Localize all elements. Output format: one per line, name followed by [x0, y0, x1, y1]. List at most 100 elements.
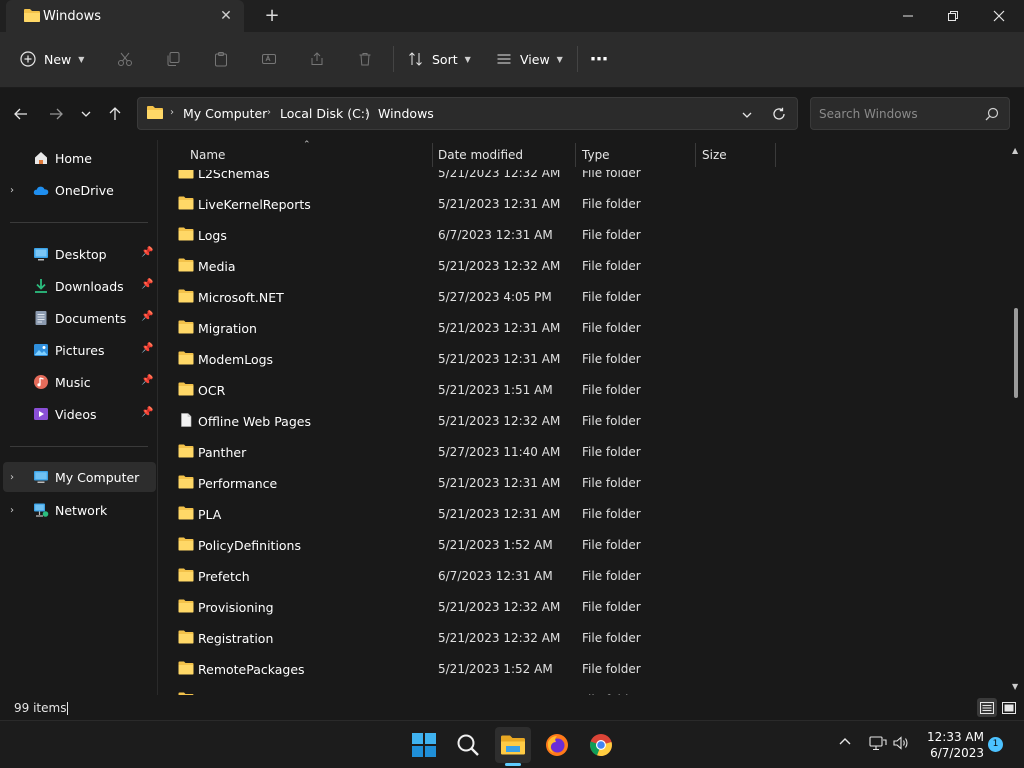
table-row[interactable]: Performance 5/21/2023 12:31 AM File folder — [160, 467, 1010, 498]
sidebar-item-home[interactable]: Home — [0, 143, 157, 173]
pin-icon[interactable]: 📌 — [141, 343, 153, 354]
address-bar[interactable]: › My Computer › Local Disk (C:) › Window… — [137, 97, 798, 130]
more-options-button[interactable]: ⋯ — [590, 44, 608, 74]
view-button[interactable]: View ▼ — [496, 44, 563, 74]
table-row[interactable]: Media 5/21/2023 12:32 AM File folder — [160, 250, 1010, 281]
chevron-right-icon[interactable]: › — [10, 472, 14, 483]
details-view-button[interactable] — [977, 698, 997, 717]
close-window-button[interactable] — [976, 0, 1022, 32]
share-button[interactable] — [309, 44, 325, 74]
column-divider[interactable] — [695, 143, 696, 167]
table-row[interactable]: Provisioning 5/21/2023 12:32 AM File folde… — [160, 591, 1010, 622]
back-button[interactable] — [9, 102, 33, 126]
refresh-icon[interactable] — [772, 107, 786, 121]
start-button[interactable] — [406, 727, 442, 763]
column-divider[interactable] — [775, 143, 776, 167]
pin-icon[interactable]: 📌 — [141, 247, 153, 258]
table-row[interactable]: LiveKernelReports 5/21/2023 12:31 AM File … — [160, 188, 1010, 219]
table-row[interactable]: PolicyDefinitions 5/21/2023 1:52 AM File f… — [160, 529, 1010, 560]
table-row[interactable]: Registration 5/21/2023 12:32 AM File folde… — [160, 622, 1010, 653]
clock-area[interactable]: 12:33 AM 6/7/2023 — [918, 729, 984, 761]
new-button[interactable]: New ▼ — [20, 44, 84, 74]
cut-button[interactable] — [117, 44, 133, 74]
sidebar-item-onedrive[interactable]: › OneDrive — [0, 175, 157, 205]
file-date-modified: 5/21/2023 12:31 AM — [438, 352, 561, 366]
table-row[interactable]: Panther 5/27/2023 11:40 AM File folder — [160, 436, 1010, 467]
chevron-down-icon[interactable] — [741, 109, 753, 121]
column-header-name[interactable]: Name — [190, 148, 225, 162]
paste-button[interactable] — [213, 44, 229, 74]
forward-button[interactable] — [44, 102, 68, 126]
sidebar-item-desktop[interactable]: Desktop 📌 — [0, 239, 157, 269]
sidebar-item-network[interactable]: › Network — [0, 495, 157, 525]
taskbar-chrome[interactable] — [583, 727, 619, 763]
tiles-view-button[interactable] — [999, 698, 1019, 717]
table-row[interactable]: Prefetch 6/7/2023 12:31 AM File folder — [160, 560, 1010, 591]
column-divider[interactable] — [575, 143, 576, 167]
paste-icon — [215, 52, 227, 67]
tab-close-icon[interactable]: ✕ — [216, 6, 236, 26]
breadcrumb-my-computer[interactable]: My Computer — [183, 106, 267, 121]
rename-button[interactable] — [261, 44, 277, 74]
sidebar-item-my-computer[interactable]: › My Computer — [3, 462, 156, 492]
column-divider[interactable] — [432, 143, 433, 167]
sort-button[interactable]: Sort ▼ — [408, 44, 471, 74]
volume-button[interactable] — [892, 735, 910, 755]
tab-windows[interactable]: Windows ✕ — [6, 0, 244, 32]
file-type: File folder — [582, 259, 641, 273]
sidebar-item-pictures[interactable]: Pictures 📌 — [0, 335, 157, 365]
new-tab-button[interactable]: + — [262, 5, 282, 27]
scrollbar-thumb[interactable] — [1014, 308, 1018, 398]
minimize-button[interactable] — [885, 0, 931, 32]
network-status-icon[interactable] — [869, 735, 887, 755]
notification-badge[interactable]: 1 — [988, 737, 1003, 752]
column-header-type[interactable]: Type — [582, 148, 610, 162]
table-row[interactable]: ModemLogs 5/21/2023 12:31 AM File folder — [160, 343, 1010, 374]
sidebar-item-videos[interactable]: Videos 📌 — [0, 399, 157, 429]
search-box[interactable] — [810, 97, 1010, 130]
taskbar-search-button[interactable] — [450, 727, 486, 763]
table-row[interactable]: OCR 5/21/2023 1:51 AM File folder — [160, 374, 1010, 405]
breadcrumb-windows[interactable]: Windows — [378, 106, 434, 121]
pin-icon[interactable]: 📌 — [141, 311, 153, 322]
file-name: Migration — [198, 321, 257, 336]
table-row[interactable]: PLA 5/21/2023 12:31 AM File folder — [160, 498, 1010, 529]
file-name: PLA — [198, 507, 222, 522]
table-row[interactable]: rescache5/21/2023 12:31 AMFile folder — [160, 684, 1010, 695]
pin-icon[interactable]: 📌 — [141, 375, 153, 386]
scroll-up-icon[interactable]: ▲ — [1012, 146, 1018, 155]
delete-button[interactable] — [357, 44, 373, 74]
folder-icon — [178, 258, 194, 272]
chevron-right-icon[interactable]: › — [10, 185, 14, 196]
copy-button[interactable] — [165, 44, 181, 74]
file-name: OCR — [198, 383, 226, 398]
pin-icon[interactable]: 📌 — [141, 407, 153, 418]
chevron-right-icon[interactable]: › — [10, 505, 14, 516]
table-row[interactable]: Offline Web Pages 5/21/2023 12:32 AM File … — [160, 405, 1010, 436]
column-header-date[interactable]: Date modified — [438, 148, 523, 162]
taskbar-firefox[interactable] — [539, 727, 575, 763]
vertical-scrollbar[interactable]: ▲ ▼ — [1010, 140, 1024, 695]
table-row[interactable]: Migration 5/21/2023 12:31 AM File folder — [160, 312, 1010, 343]
sidebar-item-documents[interactable]: Documents 📌 — [0, 303, 157, 333]
scroll-down-icon[interactable]: ▼ — [1012, 682, 1018, 691]
breadcrumb-local-disk[interactable]: Local Disk (C:) — [280, 106, 370, 121]
restore-button[interactable] — [930, 0, 976, 32]
sidebar-item-downloads[interactable]: Downloads 📌 — [0, 271, 157, 301]
pin-icon[interactable]: 📌 — [141, 279, 153, 290]
search-input[interactable] — [819, 105, 984, 123]
column-header-size[interactable]: Size — [702, 148, 727, 162]
breadcrumb-chevron-icon[interactable]: › — [267, 107, 271, 118]
table-row[interactable]: Logs 6/7/2023 12:31 AM File folder — [160, 219, 1010, 250]
arrow-up-icon — [109, 107, 121, 120]
up-button[interactable] — [103, 102, 127, 126]
show-hidden-icons-button[interactable] — [838, 735, 852, 753]
sidebar-item-music[interactable]: Music 📌 — [0, 367, 157, 397]
table-row[interactable]: RemotePackages 5/21/2023 1:52 AM File fold… — [160, 653, 1010, 684]
file-name: LiveKernelReports — [198, 197, 311, 212]
taskbar-file-explorer[interactable] — [495, 727, 531, 763]
table-row[interactable]: Microsoft.NET 5/27/2023 4:05 PM File folde… — [160, 281, 1010, 312]
breadcrumb-chevron-icon[interactable]: › — [365, 107, 369, 118]
recent-locations-button[interactable] — [74, 102, 98, 126]
breadcrumb-chevron-icon[interactable]: › — [170, 107, 174, 118]
